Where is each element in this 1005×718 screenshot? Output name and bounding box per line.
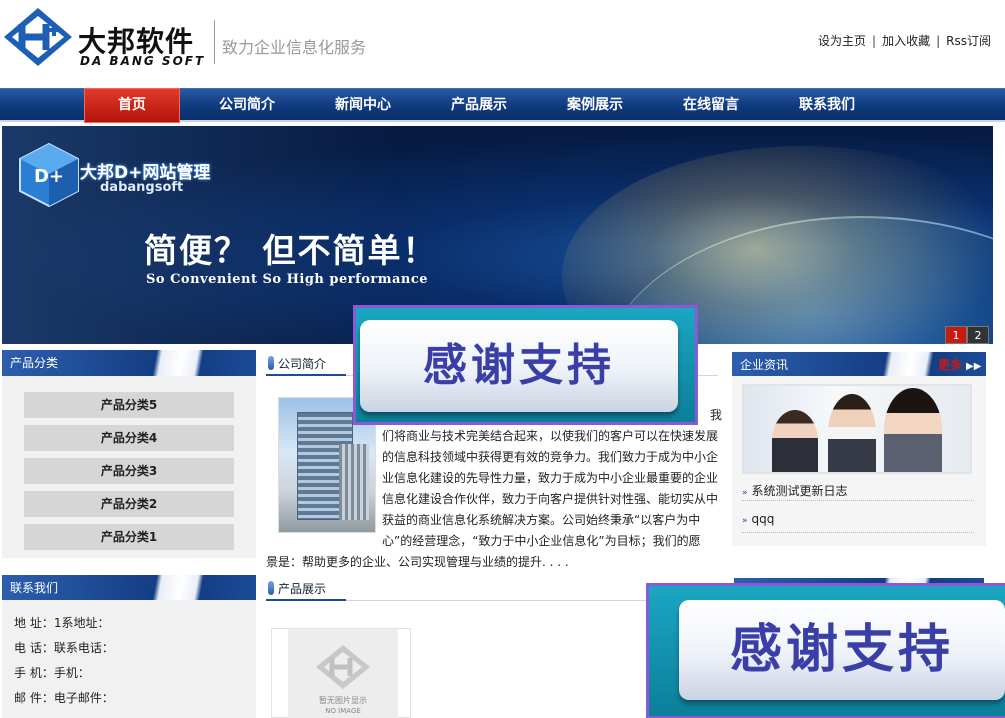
nav-home[interactable]: 首页 (84, 88, 180, 123)
contact-mobile: 手 机：手机： (14, 666, 90, 680)
popup-inner: 感谢支持 (679, 600, 1005, 700)
nav-guestbook[interactable]: 在线留言 (663, 89, 759, 122)
arrow-icon: » (742, 488, 748, 498)
thanks-support-popup[interactable]: 感谢支持 (646, 583, 1005, 718)
news-item[interactable]: » qqq (742, 512, 774, 526)
logo-english-name: DA BANG SOFT (80, 54, 206, 68)
news-divider (742, 532, 974, 533)
popup-inner: 感谢支持 (360, 320, 678, 412)
categories-panel: 产品分类5 产品分类4 产品分类3 产品分类2 产品分类1 (2, 376, 256, 558)
about-last-line: 景是：帮助更多的企业、公司实现管理与业绩的提升. . . . (266, 555, 569, 569)
banner-logo-text: D+ (34, 166, 64, 187)
add-favorite-link[interactable]: 加入收藏 (882, 34, 930, 48)
contact-panel: 地 址：1系地址： 电 话：联系电话： 手 机：手机： 邮 件：电子邮件： (2, 600, 256, 718)
news-item-label: 系统测试更新日志 (751, 484, 848, 498)
double-arrow-icon: ▶▶ (966, 361, 982, 372)
category-item[interactable]: 产品分类1 (24, 524, 234, 550)
banner-brand-sub: dabangsoft (100, 180, 184, 195)
header: 大邦软件 DA BANG SOFT 致力企业信息化服务 设为主页 | 加入收藏 | Rs… (0, 0, 1005, 88)
contact-email: 邮 件：电子邮件： (14, 691, 114, 705)
logo[interactable]: 大邦软件 DA BANG SOFT (2, 6, 212, 70)
nav-about[interactable]: 公司简介 (199, 89, 295, 122)
thanks-support-text: 感谢支持 (729, 620, 954, 680)
arrow-icon: » (742, 516, 748, 526)
rss-link[interactable]: Rss订阅 (946, 34, 991, 48)
about-title[interactable]: 公司简介 (278, 355, 326, 372)
about-line: 的信息科技领域中获得更有效的竞争力。我们致力于成为中小企 (382, 450, 719, 464)
contact-title: 联系我们 (2, 575, 256, 601)
contact-phone: 电 话：联系电话： (14, 641, 114, 655)
nav-news[interactable]: 新闻中心 (315, 89, 411, 122)
person-figure (772, 410, 818, 472)
news-more-link[interactable]: 更多 ▶▶ (938, 356, 981, 373)
thanks-support-text: 感谢支持 (423, 340, 615, 391)
dplus-cube-icon: D+ (19, 142, 79, 208)
no-image-text-en: NO IMAGE (325, 707, 361, 715)
nav-cases[interactable]: 案例展示 (547, 89, 643, 122)
categories-title: 产品分类 (2, 350, 256, 376)
about-line: 心”的经营理念，“致力于中小企业信息化”为目标；我们的愿 (382, 534, 701, 548)
person-figure (828, 394, 876, 472)
no-image-text: 暂无图片显示 (319, 696, 367, 705)
section-bullet-icon (268, 581, 274, 595)
nav-products[interactable]: 产品展示 (431, 89, 527, 122)
about-line: 获益的商业信息化系统解决方案。公司始终秉承“以客户为中 (382, 513, 701, 527)
no-image-logo-icon (316, 645, 370, 689)
banner-page-2[interactable]: 2 (967, 326, 989, 344)
section-bullet-icon (268, 356, 274, 370)
section-underline (266, 599, 346, 601)
banner-slogan-english: So Convenient So High performance (146, 272, 429, 287)
logo-divider (214, 20, 215, 64)
building-shape (339, 444, 369, 520)
news-banner-image (742, 384, 972, 474)
product-placeholder-image: 暂无图片显示 NO IMAGE (288, 629, 398, 718)
news-item-label: qqq (751, 512, 775, 526)
banner-slogan: 简便？ 但不简单！ (144, 231, 438, 270)
about-paragraph: 我 们将商业与技术完美结合起来，以使我们的客户可以在快速发展 的信息科技领域中获… (382, 405, 722, 552)
top-links: 设为主页 | 加入收藏 | Rss订阅 (818, 32, 991, 49)
products-title[interactable]: 产品展示 (278, 580, 326, 597)
banner-page-1[interactable]: 1 (945, 326, 967, 344)
news-more-label: 更多 (938, 358, 963, 372)
category-item[interactable]: 产品分类3 (24, 458, 234, 484)
separator: | (936, 34, 941, 48)
about-line: 信息化建设合作伙伴，致力于向客户提供针对性强、能切实从中 (382, 492, 719, 506)
person-figure (884, 388, 942, 472)
product-card[interactable]: 暂无图片显示 NO IMAGE (271, 628, 411, 718)
category-item[interactable]: 产品分类4 (24, 425, 234, 451)
set-homepage-link[interactable]: 设为主页 (818, 34, 866, 48)
about-line: 业信息化建设的先导性力量，致力于成为中小企业最重要的企业 (382, 471, 719, 485)
thanks-support-popup[interactable]: 感谢支持 (353, 305, 698, 425)
section-underline (266, 374, 346, 376)
about-line: 们将商业与技术完美结合起来，以使我们的客户可以在快速发展 (382, 429, 719, 443)
banner-pager: 12 (945, 326, 989, 344)
news-item[interactable]: » 系统测试更新日志 (742, 482, 848, 499)
news-divider (742, 500, 974, 501)
category-item[interactable]: 产品分类2 (24, 491, 234, 517)
nav-contact[interactable]: 联系我们 (779, 89, 875, 122)
separator: | (872, 34, 877, 48)
main-nav: 首页 公司简介 新闻中心 产品展示 案例展示 在线留言 联系我们 (0, 88, 1005, 123)
news-panel: » 系统测试更新日志 » qqq (732, 376, 986, 546)
site-slogan: 致力企业信息化服务 (222, 38, 367, 57)
contact-address: 地 址：1系地址： (14, 616, 110, 630)
category-item[interactable]: 产品分类5 (24, 392, 234, 418)
dabang-logo-icon (4, 8, 72, 66)
